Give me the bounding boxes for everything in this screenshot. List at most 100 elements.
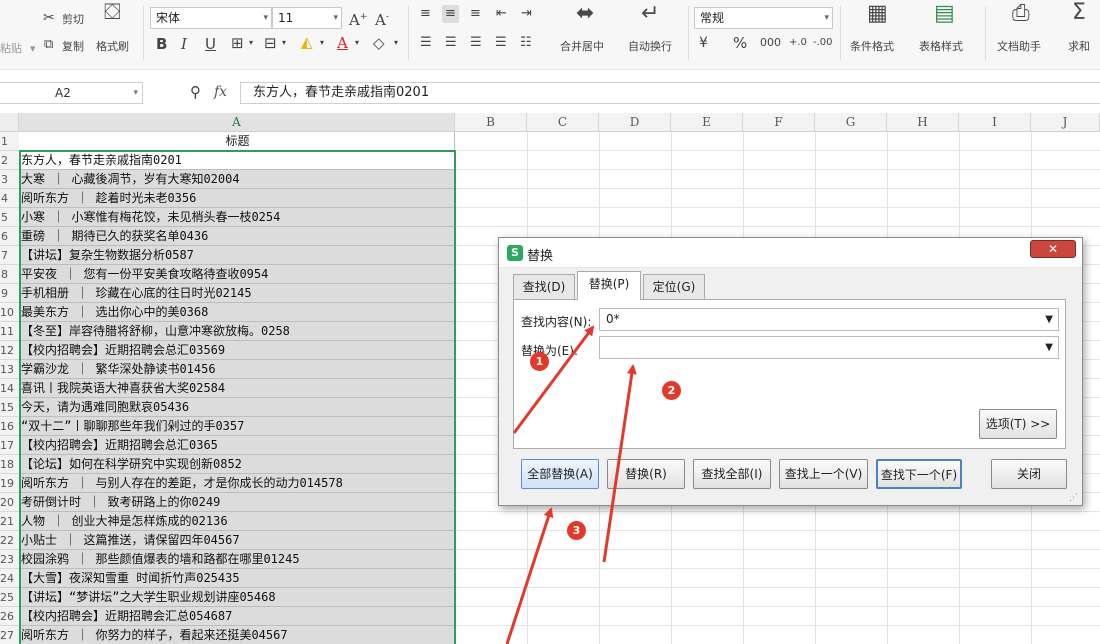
number-format-select[interactable]: 常规 ▾	[694, 7, 833, 29]
row-header[interactable]: 23	[0, 550, 19, 569]
find-previous-button[interactable]: 查找上一个(V)	[779, 459, 868, 489]
row-header[interactable]: 25	[0, 588, 19, 607]
table-cell[interactable]: 【大雪】夜深知雪重 时闻折竹声025435	[19, 569, 455, 588]
row-header[interactable]: 6	[0, 227, 19, 246]
row-header[interactable]: 24	[0, 569, 19, 588]
row-header[interactable]: 15	[0, 398, 19, 417]
table-cell[interactable]: 喜讯丨我院英语大神喜获省大奖02584	[19, 379, 455, 398]
table-cell[interactable]: 大寒 ｜ 心藏後凋节，岁有大寒知02004	[19, 170, 455, 189]
table-cell[interactable]: “双十二”丨聊聊那些年我们剁过的手0357	[19, 417, 455, 436]
border-icon[interactable]: ⊞	[231, 34, 244, 52]
fill-style-icon[interactable]: ⊟	[264, 34, 277, 52]
row-header[interactable]: 4	[0, 189, 19, 208]
dialog-title-bar[interactable]: S 替换 ✕	[499, 238, 1082, 268]
active-cell[interactable]: 东方人，春节走亲戚指南0201	[19, 151, 455, 170]
dialog-close-button[interactable]: ✕	[1030, 240, 1076, 258]
row-header[interactable]: 18	[0, 455, 19, 474]
column-header-d[interactable]: D	[599, 113, 671, 132]
table-cell[interactable]: 阅听东方 ｜ 你努力的样子，看起来还挺美04567	[19, 626, 455, 644]
column-header-a[interactable]: A	[19, 113, 455, 132]
font-size-select[interactable]: 11 ▾	[272, 7, 342, 29]
row-header[interactable]: 22	[0, 531, 19, 550]
table-cell[interactable]: 【冬至】岸容待腊将舒柳，山意冲寒欲放梅。0258	[19, 322, 455, 341]
row-header[interactable]: 2	[0, 151, 19, 170]
table-cell[interactable]: 【校内招聘会】近期招聘会汇总054687	[19, 607, 455, 626]
row-header[interactable]: 14	[0, 379, 19, 398]
table-cell[interactable]: 【论坛】如何在科学研究中实现创新0852	[19, 455, 455, 474]
table-cell[interactable]: 平安夜 ｜ 您有一份平安美食攻略待查收0954	[19, 265, 455, 284]
paste-dropdown-icon[interactable]: ▾	[30, 42, 36, 55]
conditional-format-button[interactable]: 条件格式	[850, 38, 894, 54]
table-cell[interactable]: 阅听东方 ｜ 趁着时光未老0356	[19, 189, 455, 208]
column-header-f[interactable]: F	[743, 113, 815, 132]
paste-button[interactable]: 粘贴	[0, 40, 22, 56]
chevron-down-icon[interactable]: ▾	[320, 38, 324, 47]
justify-icon[interactable]: ☰	[495, 34, 507, 52]
table-cell[interactable]: 阅听东方 ｜ 与别人存在的差距，才是你成长的动力014578	[19, 474, 455, 493]
column-header-h[interactable]: H	[887, 113, 959, 132]
table-cell[interactable]: 最美东方 ｜ 选出你心中的美0368	[19, 303, 455, 322]
row-header[interactable]: 27	[0, 626, 19, 644]
replace-button[interactable]: 替换(R)	[607, 459, 685, 489]
row-header[interactable]: 17	[0, 436, 19, 455]
align-left-icon[interactable]: ☰	[420, 34, 432, 52]
table-cell[interactable]: 【校内招聘会】近期招聘会总汇03569	[19, 341, 455, 360]
table-cell[interactable]: 小贴士 ｜ 这篇推送，请保留四年04567	[19, 531, 455, 550]
select-all-corner[interactable]	[0, 113, 19, 132]
distributed-align-icon[interactable]: ☷	[520, 34, 532, 52]
find-next-button[interactable]: 查找下一个(F)	[876, 459, 962, 489]
table-cell[interactable]: 考研倒计时 ｜ 致考研路上的你0249	[19, 493, 455, 512]
name-box[interactable]: A2 ▾	[0, 82, 143, 104]
format-painter-button[interactable]: 格式刷	[96, 38, 129, 54]
chevron-down-icon[interactable]: ▼	[1045, 337, 1053, 358]
increase-decimal-icon[interactable]: +.0	[789, 34, 807, 52]
formula-input[interactable]: 东方人，春节走亲戚指南0201	[240, 82, 1100, 104]
options-button[interactable]: 选项(T) >>	[979, 409, 1057, 439]
tab-find[interactable]: 查找(D)	[513, 274, 575, 299]
table-cell[interactable]: 今天，请为遇难同胞默哀05436	[19, 398, 455, 417]
italic-icon[interactable]: I	[181, 35, 187, 53]
replace-with-input[interactable]: ▼	[599, 336, 1059, 359]
align-middle-icon[interactable]: ≡	[442, 5, 459, 23]
row-header[interactable]: 19	[0, 474, 19, 493]
increase-font-icon[interactable]: A+	[349, 8, 367, 29]
row-header[interactable]: 7	[0, 246, 19, 265]
row-header[interactable]: 10	[0, 303, 19, 322]
chevron-down-icon[interactable]: ▾	[282, 38, 286, 47]
table-cell[interactable]: 小寒 ｜ 小寒惟有梅花饺，未见梢头春一枝0254	[19, 208, 455, 227]
align-center-icon[interactable]: ☰	[445, 34, 457, 52]
bold-icon[interactable]: B	[156, 35, 167, 53]
table-cell[interactable]: 手机相册 ｜ 珍藏在心底的往日时光02145	[19, 284, 455, 303]
table-cell[interactable]: 校园涂鸦 ｜ 那些颜值爆表的墙和路都在哪里01245	[19, 550, 455, 569]
row-header[interactable]: 5	[0, 208, 19, 227]
underline-icon[interactable]: U	[205, 35, 216, 53]
find-all-button[interactable]: 查找全部(I)	[693, 459, 771, 489]
decrease-decimal-icon[interactable]: -.00	[813, 34, 833, 52]
chevron-down-icon[interactable]: ▾	[394, 38, 398, 47]
table-style-button[interactable]: 表格样式	[919, 38, 963, 54]
merge-center-button[interactable]: 合并居中	[560, 38, 604, 54]
tab-replace[interactable]: 替换(P)	[577, 271, 641, 300]
column-header-b[interactable]: B	[455, 113, 527, 132]
align-top-icon[interactable]: ≡	[420, 5, 431, 23]
row-header[interactable]: 9	[0, 284, 19, 303]
column-header-i[interactable]: I	[959, 113, 1031, 132]
table-cell[interactable]: 学霸沙龙 ｜ 繁华深处静读书01456	[19, 360, 455, 379]
chevron-down-icon[interactable]: ▾	[355, 38, 359, 47]
chevron-down-icon[interactable]: ▾	[249, 38, 253, 47]
font-name-select[interactable]: 宋体 ▾	[150, 7, 272, 29]
document-assistant-button[interactable]: 文档助手	[997, 38, 1041, 54]
eraser-icon[interactable]: ◇	[373, 34, 385, 52]
row-header[interactable]: 11	[0, 322, 19, 341]
row-header[interactable]: 1	[0, 132, 19, 151]
align-bottom-icon[interactable]: ≡	[470, 5, 481, 23]
column-header-e[interactable]: E	[671, 113, 743, 132]
column-header-j[interactable]: J	[1031, 113, 1100, 132]
header-cell-a1[interactable]: 标题	[19, 132, 455, 151]
copy-button[interactable]: 复制	[62, 38, 84, 54]
row-header[interactable]: 12	[0, 341, 19, 360]
row-header[interactable]: 16	[0, 417, 19, 436]
auto-wrap-button[interactable]: 自动换行	[628, 38, 672, 54]
fill-color-icon[interactable]: ◭	[301, 33, 313, 51]
sum-button[interactable]: 求和	[1068, 38, 1090, 54]
